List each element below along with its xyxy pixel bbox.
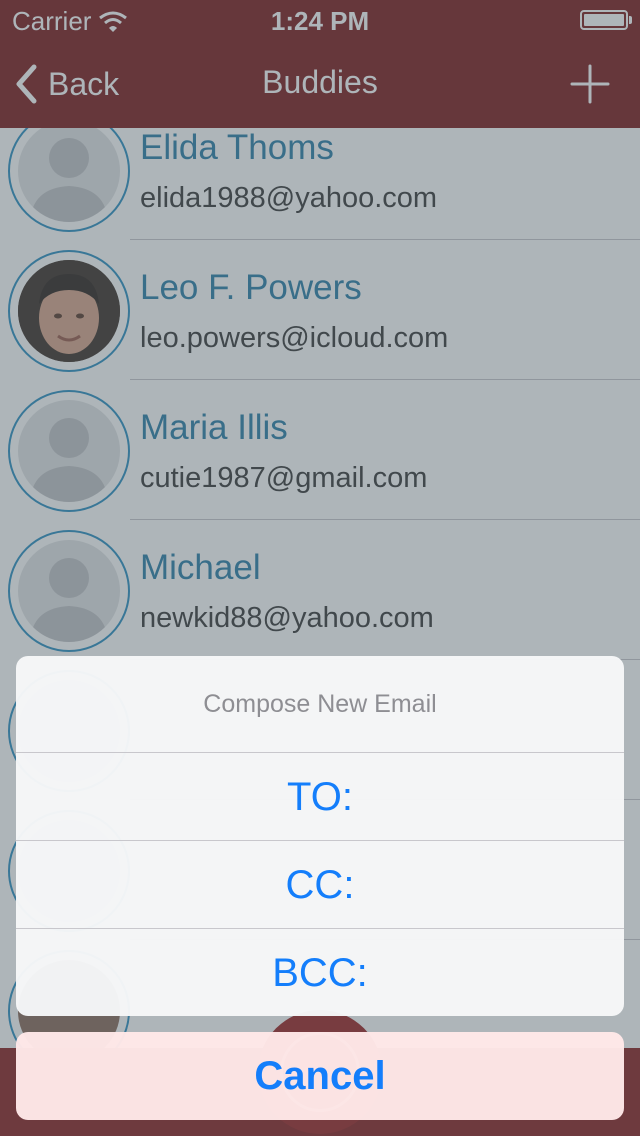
bcc-option-button[interactable]: BCC: bbox=[16, 929, 624, 1016]
to-option-button[interactable]: TO: bbox=[16, 753, 624, 841]
cancel-button[interactable]: Cancel bbox=[16, 1032, 624, 1120]
action-sheet-title: Compose New Email bbox=[203, 690, 437, 718]
cc-option-button[interactable]: CC: bbox=[16, 841, 624, 929]
action-sheet: Compose New Email TO: CC: BCC: bbox=[16, 656, 624, 1016]
